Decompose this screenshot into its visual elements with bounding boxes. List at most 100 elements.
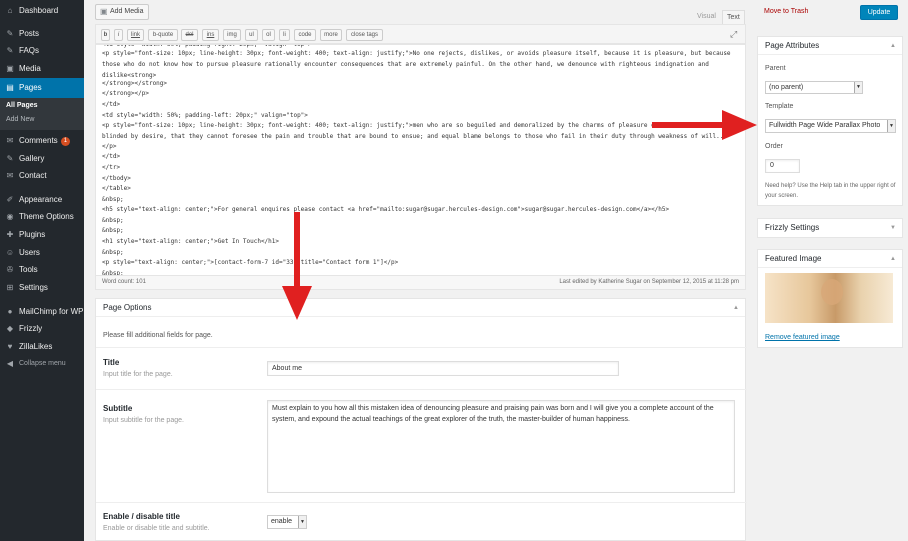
plugin-icon: ✚ xyxy=(6,230,14,239)
editor-status-bar: Word count: 101 Last edited by Katherine… xyxy=(95,275,746,290)
code-line: blinded by desire, that they cannot fore… xyxy=(102,133,727,140)
submenu-all-pages[interactable]: All Pages xyxy=(6,102,38,109)
heart-icon: ♥ xyxy=(7,342,13,351)
menu-posts[interactable]: ✎ Posts xyxy=(0,25,84,42)
toggle-arrow-icon[interactable]: ▲ xyxy=(733,299,739,317)
template-select[interactable]: Fullwidth Page Wide Parallax Photo ▼ xyxy=(765,119,896,133)
pin-icon: ✎ xyxy=(6,154,14,163)
mailchimp-icon: ● xyxy=(7,307,13,316)
content-textarea[interactable]: <td style="width: 50%; padding-right: 20… xyxy=(95,44,746,276)
collapse-menu[interactable]: ◀ Collapse menu xyxy=(0,355,84,372)
menu-dashboard[interactable]: ⌂ Dashboard xyxy=(0,2,84,19)
menu-gallery[interactable]: ✎ Gallery xyxy=(0,150,84,167)
order-input[interactable]: 0 xyxy=(765,159,800,173)
qt-blockquote-button[interactable]: b-quote xyxy=(148,29,178,41)
qt-del-button[interactable]: del xyxy=(181,29,198,41)
qt-link-button[interactable]: link xyxy=(127,29,144,41)
menu-frizzly[interactable]: ◆ Frizzly xyxy=(0,320,84,337)
qt-code-button[interactable]: code xyxy=(294,29,316,41)
collapse-icon: ◀ xyxy=(6,359,14,368)
pin-icon: ✎ xyxy=(6,29,14,38)
users-icon: ☺ xyxy=(5,248,15,257)
menu-pages[interactable]: ▤ Pages xyxy=(0,78,84,98)
code-line: </strong></p> xyxy=(102,90,149,97)
qt-ins-button[interactable]: ins xyxy=(202,29,219,41)
code-line: <p style="font-size: 10px; line-height: … xyxy=(102,50,731,57)
code-line: &nbsp; xyxy=(102,249,124,256)
featured-image-box: Featured Image ▲ Remove featured image xyxy=(757,249,903,348)
last-edited: Last edited by Katherine Sugar on Septem… xyxy=(559,279,739,285)
menu-mailchimp[interactable]: ● MailChimp for WP xyxy=(0,303,84,320)
subtitle-label: Subtitle xyxy=(103,404,133,413)
code-line: <td style="width: 50%; padding-right: 20… xyxy=(102,44,312,48)
pages-submenu: All Pages Add New xyxy=(0,98,84,130)
subtitle-description: Input subtitle for the page. xyxy=(103,417,184,424)
remove-featured-image-link[interactable]: Remove featured image xyxy=(765,334,840,341)
enable-title-select[interactable]: enable ▼ xyxy=(267,515,307,529)
template-label: Template xyxy=(765,103,794,110)
code-line: </tr> xyxy=(102,164,121,171)
parent-select[interactable]: (no parent) ▼ xyxy=(765,81,863,94)
code-line: <td style="width: 50%; padding-left: 20p… xyxy=(102,112,308,119)
move-to-trash-link[interactable]: Move to Trash xyxy=(764,8,808,15)
subtitle-textarea[interactable]: Must explain to you how all this mistake… xyxy=(267,400,735,493)
portrait-figure xyxy=(821,279,843,305)
dashboard-icon: ⌂ xyxy=(7,6,13,15)
tab-text[interactable]: Text xyxy=(722,10,745,24)
page-options-heading: Page Options ▲ xyxy=(96,299,745,317)
menu-comments[interactable]: ✉ Comments 1 xyxy=(0,132,84,149)
menu-settings[interactable]: ⊞ Settings xyxy=(0,279,84,296)
menu-tools[interactable]: ✇ Tools xyxy=(0,261,84,278)
page-options-box: Page Options ▲ Please fill additional fie… xyxy=(95,298,747,541)
code-line: dislike<strong> xyxy=(102,72,157,79)
tab-visual[interactable]: Visual xyxy=(693,10,720,24)
menu-media[interactable]: ▣ Media xyxy=(0,60,84,77)
add-media-button[interactable]: ▣ Add Media xyxy=(95,4,149,20)
qt-li-button[interactable]: li xyxy=(279,29,290,41)
page-attributes-heading: Page Attributes ▲ xyxy=(758,37,902,55)
qt-img-button[interactable]: img xyxy=(223,29,241,41)
menu-contact[interactable]: ✉ Contact xyxy=(0,167,84,184)
title-input[interactable]: About me xyxy=(267,361,619,376)
menu-theme-options[interactable]: ◉ Theme Options xyxy=(0,208,84,225)
update-button[interactable]: Update xyxy=(860,5,898,20)
frizzly-settings-box: Frizzly Settings ▼ xyxy=(757,218,903,238)
qt-bold-button[interactable]: b xyxy=(101,29,110,41)
title-description: Input title for the page. xyxy=(103,371,173,378)
toggle-arrow-icon[interactable]: ▲ xyxy=(890,37,896,55)
frizzly-settings-heading[interactable]: Frizzly Settings ▼ xyxy=(758,219,902,237)
menu-faqs[interactable]: ✎ FAQs xyxy=(0,42,84,59)
divider xyxy=(96,389,747,390)
submenu-add-new[interactable]: Add New xyxy=(6,116,34,123)
enable-title-description: Enable or disable title and subtitle. xyxy=(103,525,210,532)
chevron-down-icon: ▼ xyxy=(887,120,895,132)
code-line: </td> xyxy=(102,101,121,108)
divider xyxy=(96,502,747,503)
code-line: </table> xyxy=(102,185,131,192)
qt-ul-button[interactable]: ul xyxy=(245,29,258,41)
fullscreen-icon[interactable]: ⤢ xyxy=(730,29,741,40)
menu-plugins[interactable]: ✚ Plugins xyxy=(0,226,84,243)
toggle-arrow-icon[interactable]: ▼ xyxy=(890,219,896,237)
qt-close-tags-button[interactable]: close tags xyxy=(346,29,383,41)
qt-more-button[interactable]: more xyxy=(320,29,342,41)
order-label: Order xyxy=(765,143,783,150)
chevron-down-icon: ▼ xyxy=(298,516,306,528)
featured-image-thumbnail[interactable] xyxy=(765,273,893,323)
menu-users[interactable]: ☺ Users xyxy=(0,244,84,261)
theme-options-icon: ◉ xyxy=(6,212,14,221)
parent-label: Parent xyxy=(765,65,786,72)
menu-zillalikes[interactable]: ♥ ZillaLikes xyxy=(0,338,84,355)
pages-icon: ▤ xyxy=(6,83,14,92)
code-line: those who do not know how to pursue plea… xyxy=(102,61,709,68)
qt-ol-button[interactable]: ol xyxy=(262,29,275,41)
code-line: </tbody> xyxy=(102,175,131,182)
media-icon: ▣ xyxy=(6,64,14,73)
mail-icon: ✉ xyxy=(6,171,14,180)
code-line: &nbsp; xyxy=(102,196,124,203)
toggle-arrow-icon[interactable]: ▲ xyxy=(890,250,896,268)
qt-italic-button[interactable]: i xyxy=(114,29,123,41)
admin-sidebar: ⌂ Dashboard ✎ Posts ✎ FAQs ▣ Media ▤ Pages Al… xyxy=(0,0,84,541)
code-line: </strong></strong> xyxy=(102,80,168,87)
menu-appearance[interactable]: ✐ Appearance xyxy=(0,191,84,208)
